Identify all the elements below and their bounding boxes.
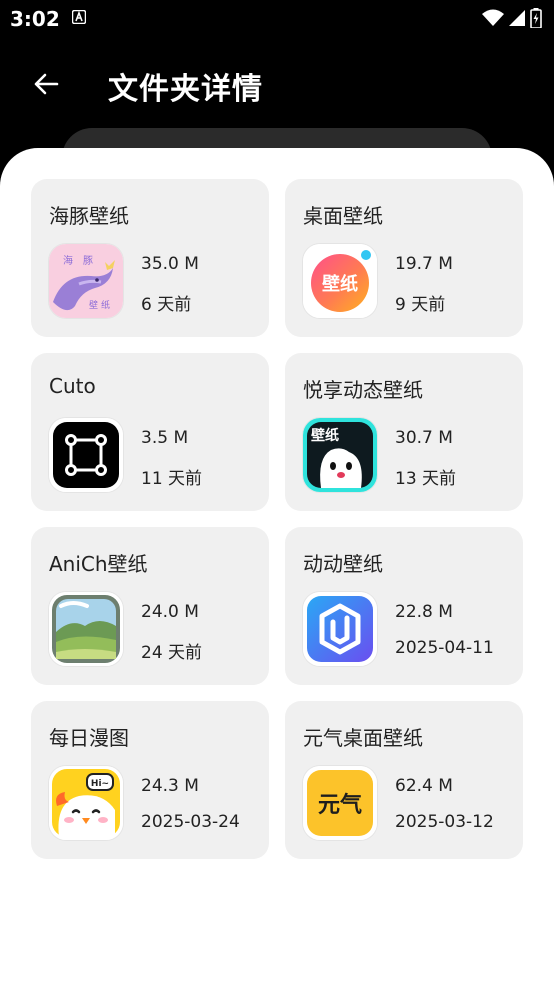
svg-text:壁: 壁: [89, 299, 98, 311]
folder-card[interactable]: 每日漫图 Hi~ 24.3 M 2025-03-24: [31, 701, 269, 859]
svg-text:纸: 纸: [101, 299, 110, 311]
folder-date: 9 天前: [395, 295, 446, 315]
folder-name: AniCh壁纸: [49, 552, 148, 576]
folder-detail-sheet: 海豚壁纸 海 豚 壁 纸 35.0 M 6 天前 桌面壁纸 壁纸 19.7 M …: [0, 148, 554, 998]
folder-name: 悦享动态壁纸: [303, 378, 423, 402]
yuanqi-desktop-wallpaper-app-icon: 元气: [303, 766, 377, 840]
folder-date: 2025-03-24: [141, 812, 240, 832]
folder-card[interactable]: 动动壁纸 22.8 M 2025-04-11: [285, 527, 523, 685]
desktop-wallpaper-app-icon: 壁纸: [303, 244, 377, 318]
folder-date: 6 天前: [141, 295, 192, 315]
cuto-app-icon: [49, 418, 123, 492]
dongdong-wallpaper-app-icon: [303, 592, 377, 666]
cellular-signal-icon: [509, 10, 525, 26]
svg-text:海: 海: [63, 254, 73, 267]
folder-size: 19.7 M: [395, 254, 453, 274]
folder-size: 24.3 M: [141, 776, 199, 796]
status-icons: [482, 8, 542, 28]
daily-comic-app-icon: Hi~: [49, 766, 123, 840]
folder-card[interactable]: Cuto 3.5 M 11 天前: [31, 353, 269, 511]
folder-name: 元气桌面壁纸: [303, 726, 423, 750]
folder-size: 35.0 M: [141, 254, 199, 274]
folder-name: 每日漫图: [49, 726, 129, 750]
folder-size: 30.7 M: [395, 428, 453, 448]
svg-text:元气: 元气: [318, 792, 362, 818]
folder-date: 24 天前: [141, 643, 203, 663]
notification-a-icon: [72, 10, 86, 24]
svg-text:壁纸: 壁纸: [311, 427, 339, 444]
folder-name: 桌面壁纸: [303, 204, 383, 228]
folder-size: 22.8 M: [395, 602, 453, 622]
anich-wallpaper-app-icon: [49, 592, 123, 666]
folder-size: 62.4 M: [395, 776, 453, 796]
back-button[interactable]: [22, 64, 70, 104]
svg-text:壁纸: 壁纸: [322, 273, 358, 295]
folder-size: 3.5 M: [141, 428, 189, 448]
battery-charging-icon: [530, 8, 542, 28]
svg-text:Hi~: Hi~: [91, 779, 109, 789]
yuexiang-live-wallpaper-app-icon: 壁纸: [303, 418, 377, 492]
app-bar: 文件夹详情: [0, 38, 554, 128]
folder-date: 2025-04-11: [395, 638, 494, 658]
folder-name: Cuto: [49, 374, 96, 398]
folder-card[interactable]: 悦享动态壁纸 壁纸 30.7 M 13 天前: [285, 353, 523, 511]
status-bar: 3:02: [0, 0, 554, 38]
folder-date: 13 天前: [395, 469, 457, 489]
wifi-icon: [482, 9, 504, 26]
folder-card[interactable]: 元气桌面壁纸 元气 62.4 M 2025-03-12: [285, 701, 523, 859]
folder-name: 海豚壁纸: [49, 204, 129, 228]
folder-date: 2025-03-12: [395, 812, 494, 832]
folder-card[interactable]: AniCh壁纸 24.0 M 24 天前: [31, 527, 269, 685]
folder-card[interactable]: 海豚壁纸 海 豚 壁 纸 35.0 M 6 天前: [31, 179, 269, 337]
folder-grid: 海豚壁纸 海 豚 壁 纸 35.0 M 6 天前 桌面壁纸 壁纸 19.7 M …: [31, 179, 523, 859]
arrow-left-icon: [34, 73, 59, 95]
status-time: 3:02: [10, 7, 60, 31]
dolphin-wallpaper-app-icon: 海 豚 壁 纸: [49, 244, 123, 318]
folder-date: 11 天前: [141, 469, 203, 489]
page-title: 文件夹详情: [108, 72, 263, 107]
folder-name: 动动壁纸: [303, 552, 383, 576]
folder-size: 24.0 M: [141, 602, 199, 622]
folder-card[interactable]: 桌面壁纸 壁纸 19.7 M 9 天前: [285, 179, 523, 337]
svg-text:豚: 豚: [83, 255, 93, 267]
